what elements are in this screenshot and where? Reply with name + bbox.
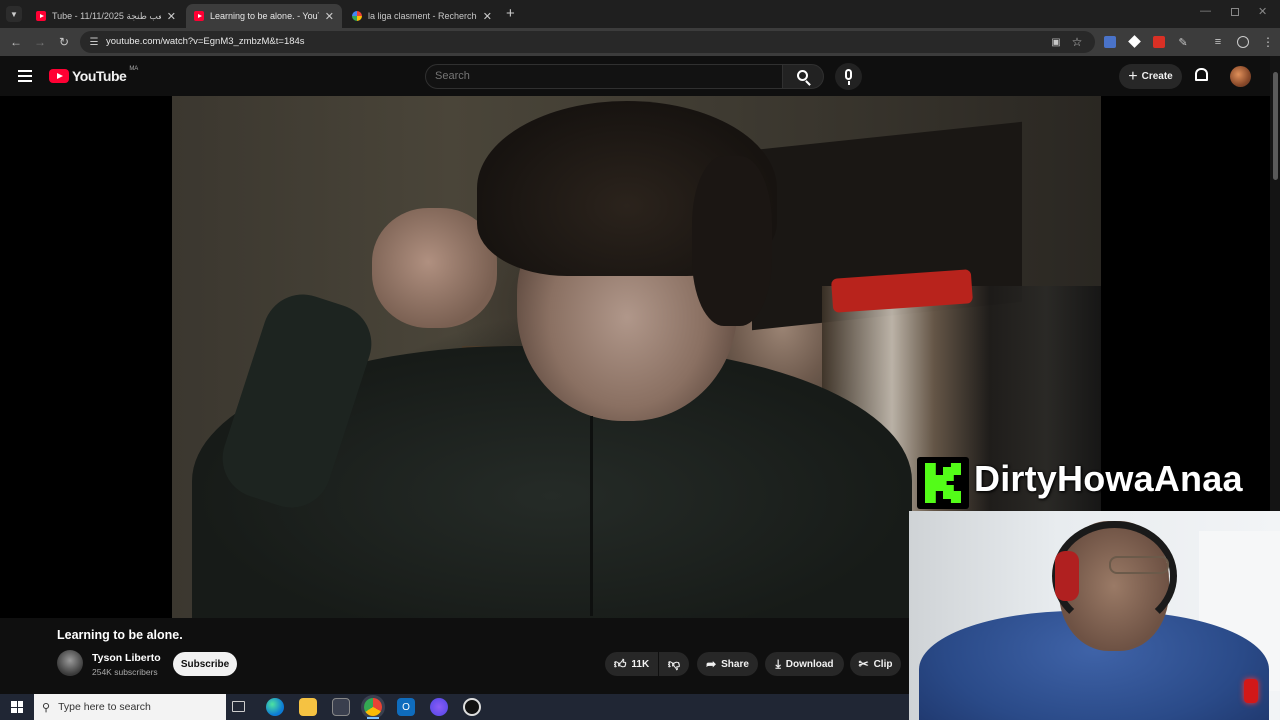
close-tab-icon[interactable]: ✕ xyxy=(483,10,492,23)
media-control-icon[interactable]: ≡ xyxy=(1210,34,1226,50)
outlook-icon[interactable]: O xyxy=(397,698,415,716)
share-arrow-icon: ➦ xyxy=(706,657,717,671)
youtube-logo[interactable]: YouTube MA xyxy=(49,66,139,84)
tab-title: la liga clasment - Recherche Go xyxy=(368,11,477,21)
user-avatar[interactable] xyxy=(1230,66,1251,87)
bookmark-star-icon[interactable]: ☆ xyxy=(1069,34,1085,50)
translate-extension-icon[interactable] xyxy=(1104,36,1116,48)
video-zipper xyxy=(590,416,593,616)
scissors-icon: ✂ xyxy=(858,657,869,671)
notifications-bell-icon[interactable] xyxy=(1195,68,1208,81)
video-title: Learning to be alone. xyxy=(57,628,183,642)
voice-search-button[interactable] xyxy=(835,63,862,90)
install-app-icon[interactable]: ▣ xyxy=(1048,34,1064,50)
file-explorer-icon[interactable] xyxy=(299,698,317,716)
taskbar-search[interactable]: ⚲ Type here to search xyxy=(34,694,226,720)
like-button[interactable]: 👍︎ 11K xyxy=(605,652,658,676)
search-icon: ⚲ xyxy=(42,701,51,714)
site-info-icon[interactable]: ☰ xyxy=(86,34,102,50)
clip-button[interactable]: ✂ Clip xyxy=(850,652,901,676)
search-input[interactable] xyxy=(435,70,735,82)
extension-red-icon[interactable] xyxy=(1153,36,1165,48)
close-window-icon[interactable]: ✕ xyxy=(1258,5,1267,18)
google-favicon-icon xyxy=(352,11,362,21)
youtube-play-icon xyxy=(49,69,69,83)
youtube-favicon-icon xyxy=(36,11,46,21)
kick-logo xyxy=(917,457,969,509)
taskbar-search-text: Type here to search xyxy=(58,701,151,713)
video-person-hair xyxy=(692,156,772,326)
webcam-red-mic xyxy=(1244,679,1258,703)
create-label: Create xyxy=(1141,71,1173,82)
tab-3[interactable]: la liga clasment - Recherche Go ✕ xyxy=(344,4,500,28)
video-left-gutter xyxy=(0,96,172,618)
restore-icon[interactable] xyxy=(1231,8,1239,16)
kick-k-icon xyxy=(925,463,961,503)
back-icon[interactable]: ← xyxy=(8,34,24,50)
webcam-glasses xyxy=(1109,556,1169,574)
subscribe-button[interactable]: Subscribe xyxy=(173,652,237,676)
tab-search-icon[interactable]: ▼ xyxy=(6,6,22,22)
close-tab-icon[interactable]: ✕ xyxy=(325,10,334,23)
microphone-icon xyxy=(845,69,852,80)
thumbs-down-icon: 👎︎ xyxy=(667,656,681,671)
dislike-button[interactable]: 👎︎ xyxy=(659,652,689,676)
menu-kebab-icon[interactable]: ⋮ xyxy=(1260,34,1276,50)
youtube-favicon-icon xyxy=(194,11,204,21)
windows-start-icon[interactable] xyxy=(11,701,23,713)
webcam-headphone-cup xyxy=(1055,551,1079,601)
forward-icon[interactable]: → xyxy=(32,34,48,50)
profile-icon[interactable] xyxy=(1237,36,1249,48)
tab-1[interactable]: Tube - 11/11/2025 ملعب طنجة ✕ xyxy=(28,4,184,28)
tab-title: Tube - 11/11/2025 ملعب طنجة xyxy=(52,10,161,21)
thumbs-up-icon: 👍︎ xyxy=(613,656,627,671)
obs-icon[interactable] xyxy=(463,698,481,716)
tab-2-active[interactable]: Learning to be alone. - YouTub ✕ xyxy=(186,4,342,28)
scrollbar-thumb[interactable] xyxy=(1273,72,1278,180)
like-count: 11K xyxy=(631,658,650,670)
active-app-indicator xyxy=(367,717,379,719)
browser-tab-strip: ▼ Tube - 11/11/2025 ملعب طنجة ✕ Learning… xyxy=(0,0,1280,28)
hamburger-menu-icon[interactable] xyxy=(18,70,32,82)
discord-like-icon[interactable] xyxy=(430,698,448,716)
reload-icon[interactable]: ↻ xyxy=(56,34,72,50)
share-label: Share xyxy=(721,658,749,670)
streamer-name: DirtyHowaAnaa xyxy=(974,458,1243,499)
channel-avatar[interactable] xyxy=(57,650,83,676)
share-button[interactable]: ➦ Share xyxy=(697,652,758,676)
youtube-logo-text: YouTube xyxy=(72,68,127,84)
store-icon[interactable] xyxy=(332,698,350,716)
tab-title: Learning to be alone. - YouTub xyxy=(210,11,319,21)
channel-name[interactable]: Tyson Liberto xyxy=(92,652,161,664)
close-tab-icon[interactable]: ✕ xyxy=(167,10,176,23)
download-button[interactable]: ⤓ Download xyxy=(765,652,844,676)
search-button[interactable] xyxy=(782,64,824,89)
download-icon: ⤓ xyxy=(775,656,781,671)
chrome-icon[interactable] xyxy=(364,698,382,716)
plus-icon: + xyxy=(1128,67,1138,85)
streamer-webcam xyxy=(909,511,1280,720)
new-tab-icon[interactable]: + xyxy=(506,5,515,22)
minimize-icon[interactable]: — xyxy=(1200,5,1211,17)
create-button[interactable]: + Create xyxy=(1119,64,1182,89)
task-view-icon[interactable] xyxy=(232,701,245,712)
region-code: MA xyxy=(129,66,139,72)
download-label: Download xyxy=(785,658,834,670)
edge-icon[interactable] xyxy=(266,698,284,716)
extensions-puzzle-icon[interactable]: ✎ xyxy=(1175,34,1191,50)
clip-label: Clip xyxy=(873,658,893,670)
url-text[interactable]: youtube.com/watch?v=EgnM3_zmbzM&t=184s xyxy=(106,36,305,47)
subscriber-count: 254K subscribers xyxy=(92,667,158,677)
